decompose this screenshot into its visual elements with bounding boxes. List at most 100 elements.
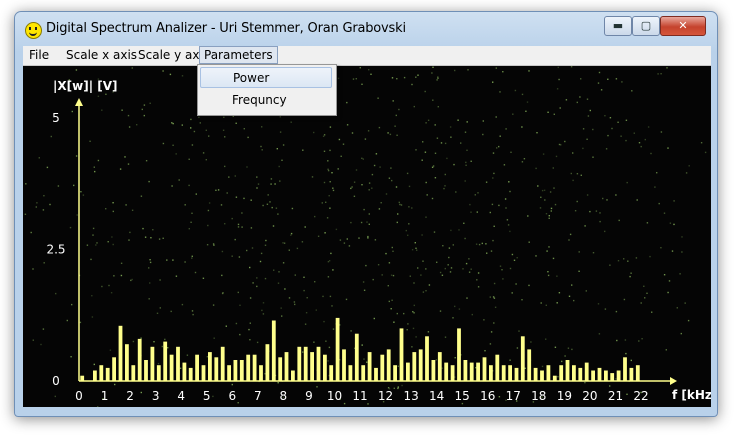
spectrum-bar [406,362,410,381]
y-axis-label: |X[w]| [V] [53,79,118,93]
spectrum-bar [278,357,283,381]
minimize-button[interactable]: ▬ [604,16,632,36]
spectrum-bar [144,360,148,381]
spectrum-bar [156,365,161,381]
x-axis-arrow [670,377,677,385]
spectrum-bar [188,367,193,381]
spectrum-chart: |X[w]| [V]f [kHz]52.50012345678910111213… [24,66,711,407]
x-tick-label: 17 [506,389,521,403]
spectrum-bar [431,360,436,381]
spectrum-bar [195,354,199,381]
spectrum-bar [125,344,129,381]
spectrum-bar [118,325,123,381]
menu-parameters[interactable]: Parameters [199,46,278,64]
x-tick-label: 15 [455,389,470,403]
spectrum-bar [227,365,231,381]
spectrum-bar [450,365,455,381]
spectrum-bar [393,365,397,381]
spectrum-bar [514,367,519,381]
spectrum-bar [163,341,168,381]
spectrum-bar [259,365,263,381]
y-tick-label: 2.5 [46,243,65,257]
spectrum-bar [546,365,551,381]
title-bar[interactable]: Digital Spectrum Analizer - Uri Stemmer,… [15,12,717,46]
spectrum-bar [354,333,359,381]
x-tick-label: 0 [75,389,83,403]
spectrum-bar [540,370,544,381]
spectrum-bar [565,360,570,381]
x-tick-label: 6 [228,389,236,403]
spectrum-bar [629,367,634,381]
spectrum-bar [323,354,327,381]
app-window: Digital Spectrum Analizer - Uri Stemmer,… [14,11,718,417]
x-tick-label: 7 [254,389,262,403]
maximize-button[interactable]: ▢ [632,16,660,36]
menu-file[interactable]: File [25,47,53,63]
x-tick-label: 16 [480,389,495,403]
x-tick-label: 3 [152,389,160,403]
spectrum-bar [176,346,180,381]
spectrum-bar [463,360,468,381]
spectrum-bar [80,375,85,381]
x-tick-label: 14 [429,389,444,403]
spectrum-bar [597,367,602,381]
spectrum-bar [527,349,532,381]
close-button[interactable]: ✕ [660,16,706,36]
spectrum-bar [252,354,257,381]
y-tick-label: 0 [52,374,60,388]
spectrum-bar [578,367,583,381]
spectrum-bar [520,336,525,381]
spectrum-bar [418,349,423,381]
menu-scale-x-axis[interactable]: Scale x axis [62,47,141,63]
x-tick-label: 10 [327,389,342,403]
spectrum-bar [131,365,136,381]
x-tick-label: 5 [203,389,211,403]
parameters-dropdown: Power Frequncy [197,64,337,116]
spectrum-bar [214,357,219,381]
spectrum-bar [444,362,449,381]
x-tick-label: 19 [557,389,572,403]
spectrum-bar [233,360,238,381]
spectrum-bar [533,367,538,381]
spectrum-bar [112,357,116,381]
spectrum-bar [137,338,142,381]
spectrum-bar [584,362,589,381]
x-tick-label: 20 [582,389,597,403]
x-tick-label: 12 [378,389,393,403]
x-tick-label: 2 [126,389,134,403]
y-axis-arrow [75,98,83,106]
menu-item-frequency[interactable]: Frequncy [200,90,332,111]
spectrum-bar [208,352,212,381]
spectrum-plot-area: |X[w]| [V]f [kHz]52.50012345678910111213… [23,66,711,407]
spectrum-bar [635,365,640,381]
x-tick-label: 18 [531,389,546,403]
menu-bar: File Scale x axis Scale y axis Parameter… [23,46,711,66]
spectrum-bar [616,370,621,381]
spectrum-bar [220,346,225,381]
spectrum-bar [284,352,289,381]
spectrum-bar [623,357,627,381]
spectrum-bar [489,365,493,381]
spectrum-bar [552,375,557,381]
menu-item-power[interactable]: Power [200,67,332,88]
spectrum-bar [342,349,346,381]
spectrum-bar [386,349,391,381]
spectrum-bar [329,365,334,381]
x-tick-label: 8 [280,389,288,403]
window-title: Digital Spectrum Analizer - Uri Stemmer,… [46,21,406,36]
spectrum-bar [93,370,97,381]
spectrum-bar [265,344,270,381]
spectrum-bar [374,367,378,381]
x-tick-label: 22 [633,389,648,403]
spectrum-bar [310,352,314,381]
spectrum-bar [150,346,155,381]
spectrum-bar [367,352,372,381]
smiley-app-icon[interactable] [25,22,42,39]
spectrum-bar [469,362,474,381]
spectrum-bar [610,373,615,381]
x-axis-label: f [kHz] [672,388,711,402]
spectrum-bar [482,357,487,381]
x-tick-label: 4 [177,389,185,403]
spectrum-bar [348,365,353,381]
x-tick-label: 11 [352,389,367,403]
